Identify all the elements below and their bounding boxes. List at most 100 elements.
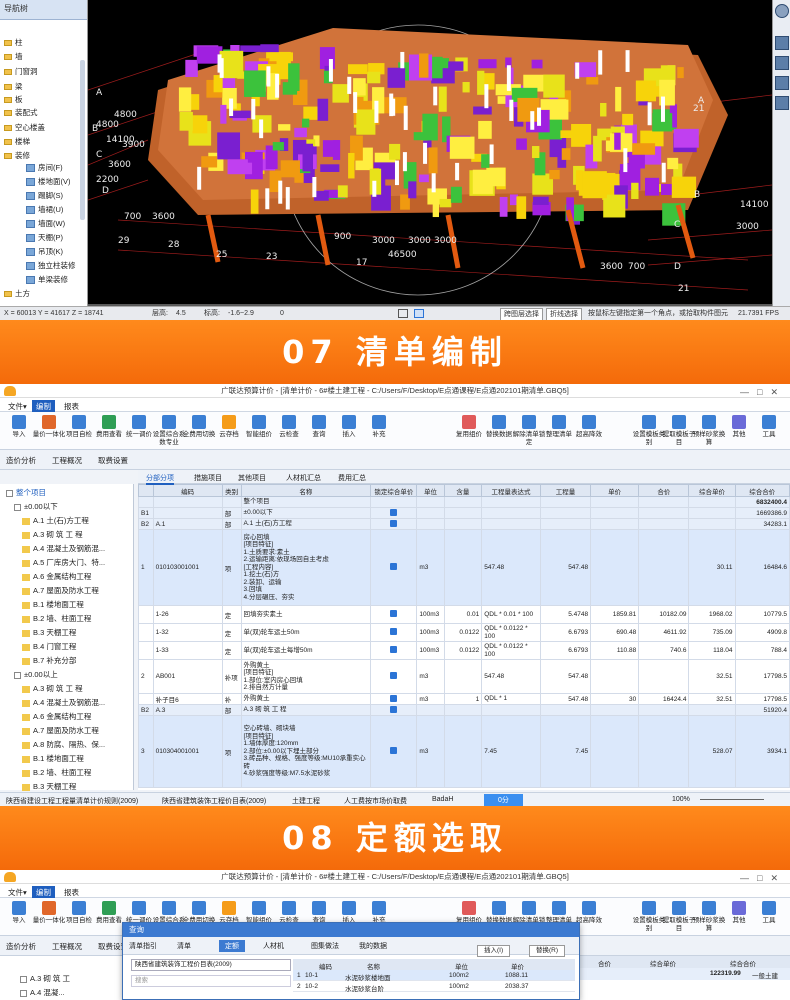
ribbon-button[interactable]	[422, 415, 456, 431]
tree-node[interactable]: B.1 楼地面工程	[22, 600, 84, 610]
model-component[interactable]	[201, 156, 218, 168]
cell-no[interactable]: B1	[138, 507, 154, 519]
ribbon-button[interactable]: 工具	[752, 415, 786, 439]
cell-code[interactable]: A.1	[152, 518, 223, 530]
cell-unit[interactable]	[416, 496, 445, 508]
nav-sub-item[interactable]: 房间(F)	[26, 163, 63, 173]
table-row[interactable]: 1-33 定单(双)轮车运土每增50m 100m3 0.0122 QDL * 0.012…	[138, 641, 790, 660]
model-component[interactable]	[422, 113, 438, 141]
model-component[interactable]	[561, 148, 571, 160]
tree-node[interactable]: A.5 厂库房大门、特...	[22, 558, 105, 568]
model-component[interactable]	[408, 181, 417, 199]
ribbon-button[interactable]: 预样砂浆换算	[692, 901, 726, 933]
model-component[interactable]	[332, 84, 349, 103]
nav-item[interactable]: 空心楼盖	[4, 123, 45, 133]
model-component[interactable]	[278, 124, 291, 131]
cell-no[interactable]: B2	[138, 518, 154, 530]
model-component[interactable]	[280, 160, 300, 178]
lock-price-checkbox[interactable]	[370, 605, 418, 624]
cell-total[interactable]: 6832400.4	[734, 496, 790, 508]
cell-unit[interactable]: m3	[416, 659, 445, 694]
table-row[interactable]: B1 部 ±0.00以下 1669386.9	[138, 507, 790, 519]
nav-item[interactable]: 板	[4, 95, 23, 105]
model-component[interactable]	[192, 115, 208, 134]
model-column[interactable]	[575, 62, 580, 79]
view-orbit-icon[interactable]	[775, 4, 789, 18]
model-column[interactable]	[431, 173, 436, 193]
checkbox-checked-icon[interactable]	[390, 628, 398, 635]
col-header[interactable]: 工程量	[539, 484, 592, 497]
cell-price[interactable]: 1859.81	[590, 605, 640, 624]
model-component[interactable]	[301, 118, 310, 128]
insert-button[interactable]: 插入(I)	[477, 945, 511, 957]
cell-qty[interactable]	[539, 507, 592, 519]
tree-node[interactable]: A.7 屋面及防水工程	[22, 586, 99, 596]
cell-sum[interactable]: 740.6	[638, 641, 690, 660]
model-component[interactable]	[347, 64, 368, 75]
model-component[interactable]	[438, 86, 447, 112]
model-component[interactable]	[348, 152, 355, 179]
tree-node[interactable]: B.7 补充分部	[22, 656, 76, 666]
lock-price-checkbox[interactable]	[370, 693, 418, 705]
model-component[interactable]	[448, 61, 464, 71]
cell-uprice[interactable]: 118.04	[688, 641, 736, 660]
model-column[interactable]	[328, 59, 333, 82]
cell-qty[interactable]: 547.48	[539, 693, 592, 705]
model-component[interactable]	[575, 170, 583, 191]
cell-qty_expr[interactable]: QDL * 0.0122 * 100	[481, 623, 541, 642]
ribbon-button[interactable]	[392, 901, 426, 917]
nav-item[interactable]: 门窗洞	[4, 67, 38, 77]
model-component[interactable]	[586, 77, 599, 85]
cell-qty[interactable]: 547.48	[539, 529, 592, 606]
nav-sub-item[interactable]: 踢脚(S)	[26, 191, 63, 201]
model-column[interactable]	[229, 98, 234, 117]
ribbon-button[interactable]: 云存档	[212, 415, 246, 439]
cell-uprice[interactable]: 32.51	[688, 693, 736, 705]
ribbon-button[interactable]: 设置综合系数专业	[152, 415, 186, 447]
grid-tab[interactable]: 措施项目	[194, 473, 222, 483]
model-column[interactable]	[660, 96, 665, 122]
col-header[interactable]: 名称	[240, 484, 372, 497]
cell-code[interactable]: 010304001001	[152, 715, 223, 788]
cell-price[interactable]: 30	[590, 693, 640, 705]
ribbon-button[interactable]: 解除清单锁定	[512, 415, 546, 447]
model-component[interactable]	[449, 136, 475, 159]
table-row[interactable]: 整个项目 6832400.4	[138, 496, 790, 508]
cell-qty_expr[interactable]	[481, 496, 541, 508]
model-component[interactable]	[560, 130, 577, 139]
cell-price[interactable]	[590, 496, 640, 508]
ribbon-button[interactable]: 项目自检	[62, 901, 96, 925]
cell-type[interactable]: 定	[221, 623, 242, 642]
tree-node[interactable]: B.2 墙、柱面工程	[22, 768, 91, 778]
dialog-result-row[interactable]: 1 10-1 水泥砂浆楼地面 100m2 1088.11	[293, 970, 575, 982]
nav-sub-item[interactable]: 独立柱装修	[26, 261, 76, 271]
cell-name[interactable]: 单(双)轮车运土每增50m	[240, 641, 372, 660]
ribbon-button[interactable]: 其他	[722, 901, 756, 925]
tree-node[interactable]: A.3 砌 筑 工	[20, 974, 70, 984]
model-component[interactable]	[419, 53, 429, 78]
model-component[interactable]	[387, 67, 406, 88]
table-row[interactable]: 1-32 定单(双)轮车运土50m 100m3 0.0122 QDL * 0.0122 …	[138, 623, 790, 642]
cell-uprice[interactable]: 30.11	[688, 529, 736, 606]
cell-total[interactable]: 17798.5	[734, 693, 790, 705]
model-column[interactable]	[400, 51, 405, 69]
col-header[interactable]: 编码	[152, 484, 223, 497]
model-component[interactable]	[389, 143, 401, 160]
select-icon[interactable]	[414, 309, 424, 318]
cell-type[interactable]: 部	[221, 507, 242, 519]
model-column[interactable]	[389, 93, 394, 117]
model-component[interactable]	[549, 169, 560, 180]
model-column[interactable]	[372, 180, 377, 197]
model-component[interactable]	[185, 59, 198, 77]
cell-content[interactable]	[443, 507, 483, 519]
model-component[interactable]	[632, 143, 656, 155]
cell-uprice[interactable]: 32.51	[688, 659, 736, 694]
catalog-select[interactable]: 陕西省建筑装饰工程价目表(2009)	[131, 959, 291, 971]
cell-unit[interactable]: 100m3	[416, 623, 445, 642]
cell-type[interactable]: 定	[221, 641, 242, 660]
nav-item[interactable]: 墙	[4, 52, 23, 62]
model-column[interactable]	[259, 119, 264, 139]
model-component[interactable]	[418, 174, 429, 183]
checkbox-checked-icon[interactable]	[390, 563, 398, 570]
model-column[interactable]	[394, 160, 399, 186]
